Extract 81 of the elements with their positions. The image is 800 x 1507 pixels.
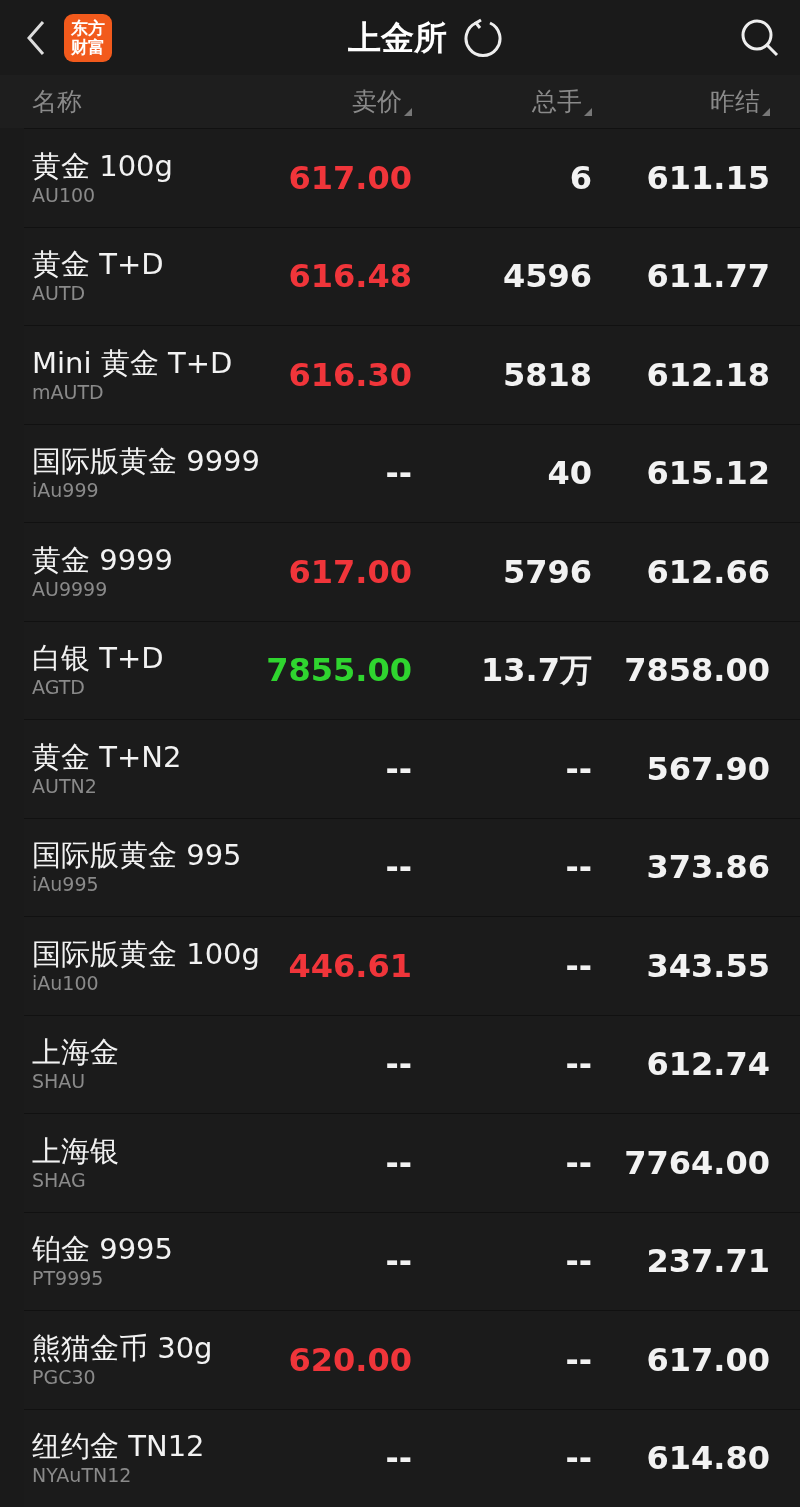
instrument-code: AU9999 xyxy=(32,576,109,601)
instrument-code: PGC30 xyxy=(32,1364,97,1389)
ask-price: 620.00 xyxy=(288,1339,412,1381)
instrument-name: 黄金 9999 xyxy=(32,542,175,577)
instrument-code: PT9995 xyxy=(32,1266,105,1291)
column-header[interactable]: 卖价 xyxy=(352,82,412,121)
trade-volume: -- xyxy=(565,1241,592,1283)
instrument-name: 上海银 xyxy=(32,1133,120,1168)
instrument-code: SHAG xyxy=(32,1167,87,1192)
back-icon xyxy=(26,19,46,56)
prev-settle: 567.90 xyxy=(646,748,770,790)
trade-volume: 13.7万 xyxy=(481,650,592,692)
ask-price: -- xyxy=(385,1241,412,1283)
ask-price: -- xyxy=(385,1044,412,1086)
trade-volume: -- xyxy=(565,1044,592,1086)
prev-settle: 7764.00 xyxy=(624,1142,770,1184)
instrument-code: iAu100 xyxy=(32,970,100,995)
ask-price: 617.00 xyxy=(288,551,412,593)
instrument-name: 上海金 xyxy=(32,1035,120,1070)
ask-price: -- xyxy=(385,1438,412,1480)
prev-settle: 615.12 xyxy=(646,453,770,495)
instrument-code: SHAU xyxy=(32,1069,87,1094)
prev-settle: 612.18 xyxy=(646,354,770,396)
instrument-code: NYAuTN12 xyxy=(32,1463,133,1488)
ask-price: 446.61 xyxy=(288,945,412,987)
prev-settle: 611.77 xyxy=(646,256,770,298)
column-header[interactable]: 总手 xyxy=(532,82,592,121)
trade-volume: 4596 xyxy=(502,256,592,298)
prev-settle: 237.71 xyxy=(646,1241,770,1283)
instrument-name: 黄金 T+N2 xyxy=(32,739,183,774)
trade-volume: -- xyxy=(565,945,592,987)
trade-volume: -- xyxy=(565,847,592,889)
instrument-name: 黄金 T+D xyxy=(32,247,165,282)
prev-settle: 612.74 xyxy=(646,1044,770,1086)
instrument-code: AUTD xyxy=(32,281,87,306)
instrument-code: mAUTD xyxy=(32,379,105,404)
instrument-code: iAu995 xyxy=(32,872,100,897)
trade-volume: 40 xyxy=(547,453,592,495)
ask-price: -- xyxy=(385,847,412,889)
trade-volume: -- xyxy=(565,748,592,790)
sort-corner-icon xyxy=(584,108,592,117)
instrument-code: iAu999 xyxy=(32,478,100,503)
trade-volume: 6 xyxy=(569,157,592,199)
trade-volume: 5818 xyxy=(502,354,592,396)
ask-price: -- xyxy=(385,453,412,495)
ask-price: 616.48 xyxy=(288,256,412,298)
sort-corner-icon xyxy=(404,108,412,117)
trade-volume: 5796 xyxy=(502,551,592,593)
instrument-code: AGTD xyxy=(32,675,86,700)
prev-settle: 614.80 xyxy=(646,1438,770,1480)
trade-volume: -- xyxy=(565,1339,592,1381)
ask-price: -- xyxy=(385,748,412,790)
ask-price: 7855.00 xyxy=(266,650,412,692)
instrument-code: AUTN2 xyxy=(32,773,98,798)
prev-settle: 611.15 xyxy=(646,157,770,199)
trade-volume: -- xyxy=(565,1438,592,1480)
ask-price: 616.30 xyxy=(288,354,412,396)
instrument-name: 国际版黄金 9999 xyxy=(32,444,262,479)
instrument-name: 熊猫金币 30g xyxy=(32,1330,214,1365)
app-logo: 东方财富 xyxy=(64,13,112,62)
sort-corner-icon xyxy=(762,108,770,117)
prev-settle: 343.55 xyxy=(646,945,770,987)
column-header[interactable]: 昨结 xyxy=(710,82,770,121)
search-icon[interactable] xyxy=(740,17,780,58)
instrument-name: 铂金 9995 xyxy=(32,1232,175,1267)
column-header: 名称 xyxy=(32,85,82,118)
prev-settle: 373.86 xyxy=(646,847,770,889)
instrument-name: 黄金 100g xyxy=(32,148,174,183)
prev-settle: 7858.00 xyxy=(624,650,770,692)
instrument-name: Mini 黄金 T+D xyxy=(32,345,234,380)
refresh-icon[interactable] xyxy=(462,17,503,58)
trade-volume: -- xyxy=(565,1142,592,1184)
page-title: 上金所 xyxy=(347,16,447,59)
instrument-name: 国际版黄金 995 xyxy=(32,838,243,873)
ask-price: 617.00 xyxy=(288,157,412,199)
instrument-name: 纽约金 TN12 xyxy=(32,1429,206,1464)
ask-price: -- xyxy=(385,1142,412,1184)
prev-settle: 612.66 xyxy=(646,551,770,593)
instrument-name: 国际版黄金 100g xyxy=(32,936,261,971)
instrument-code: AU100 xyxy=(32,182,97,207)
prev-settle: 617.00 xyxy=(646,1339,770,1381)
